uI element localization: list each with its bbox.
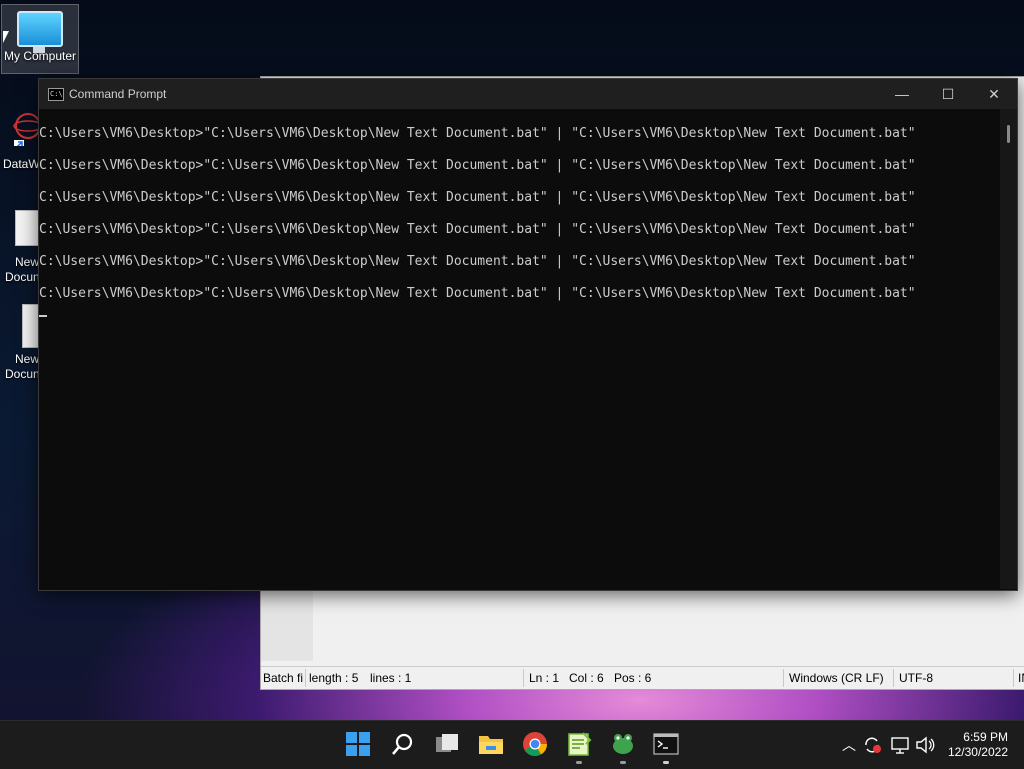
notepad-plus-plus-icon[interactable] bbox=[566, 731, 592, 757]
command-prompt-icon[interactable] bbox=[653, 731, 679, 757]
desktop-icon-new-document-1[interactable]: New Docun bbox=[0, 206, 41, 286]
console-line: C:\Users\VM6\Desktop>"C:\Users\VM6\Deskt… bbox=[39, 190, 916, 205]
command-prompt-icon: C:\ bbox=[48, 88, 64, 101]
mouse-cursor bbox=[3, 31, 9, 43]
desktop-icon-my-computer[interactable]: My Computer bbox=[1, 4, 79, 74]
close-button[interactable]: ✕ bbox=[971, 79, 1017, 109]
console-line: C:\Users\VM6\Desktop>"C:\Users\VM6\Deskt… bbox=[39, 254, 916, 269]
network-icon[interactable] bbox=[890, 735, 910, 755]
desktop-icon-label: DataW bbox=[3, 157, 40, 171]
editor-line-gutter bbox=[261, 585, 313, 661]
desktop-icon-dataw[interactable]: DataW bbox=[0, 106, 40, 172]
search-icon[interactable] bbox=[390, 731, 416, 757]
scrollbar-thumb[interactable] bbox=[1007, 125, 1010, 143]
title-bar[interactable]: C:\ Command Prompt — ☐ ✕ bbox=[39, 79, 1017, 109]
running-indicator bbox=[620, 761, 626, 764]
clock-date: 12/30/2022 bbox=[947, 745, 1008, 759]
status-encoding: UTF-8 bbox=[899, 671, 933, 685]
desktop-icon-label: Docun bbox=[5, 270, 40, 284]
text-cursor bbox=[39, 315, 47, 317]
desktop-icon-label: New bbox=[15, 352, 40, 366]
system-clock[interactable]: 6:59 PM 12/30/2022 bbox=[948, 730, 1008, 760]
minimize-button[interactable]: — bbox=[879, 79, 925, 109]
file-explorer-icon[interactable] bbox=[478, 731, 504, 757]
console-output[interactable]: C:\Users\VM6\Desktop>"C:\Users\VM6\Deskt… bbox=[39, 109, 999, 589]
desktop-icon-label: Docun bbox=[5, 367, 40, 381]
status-length: length : 5 bbox=[309, 671, 359, 685]
status-insert-mode: IN bbox=[1018, 671, 1024, 685]
desktop-icon-label: New bbox=[15, 255, 40, 269]
clock-time: 6:59 PM bbox=[963, 730, 1008, 744]
volume-icon[interactable] bbox=[915, 735, 935, 755]
monitor-icon bbox=[17, 11, 63, 53]
chevron-up-icon[interactable]: ︿ bbox=[842, 735, 856, 755]
sync-alert-icon[interactable] bbox=[862, 735, 882, 755]
vertical-scrollbar[interactable] bbox=[1000, 109, 1017, 589]
console-line: C:\Users\VM6\Desktop>"C:\Users\VM6\Deskt… bbox=[39, 286, 916, 301]
window-title: Command Prompt bbox=[69, 87, 167, 101]
status-eol: Windows (CR LF) bbox=[789, 671, 884, 685]
status-column: Col : 6 bbox=[569, 671, 604, 685]
editor-status-bar: Batch fi length : 5 lines : 1 Ln : 1 Col… bbox=[261, 666, 1024, 689]
frog-app-icon[interactable] bbox=[610, 731, 636, 757]
console-line: C:\Users\VM6\Desktop>"C:\Users\VM6\Deskt… bbox=[39, 222, 916, 237]
status-file-type: Batch fi bbox=[263, 671, 304, 685]
chrome-icon[interactable] bbox=[522, 731, 548, 757]
taskbar: ︿ 6:59 PM 12/30/2022 bbox=[0, 720, 1024, 769]
running-indicator bbox=[663, 761, 669, 764]
console-line: C:\Users\VM6\Desktop>"C:\Users\VM6\Deskt… bbox=[39, 158, 916, 173]
maximize-button[interactable]: ☐ bbox=[925, 79, 971, 109]
dataw-app-icon bbox=[13, 113, 40, 146]
status-lines: lines : 1 bbox=[370, 671, 412, 685]
desktop-icon-new-document-2[interactable]: New Docun bbox=[0, 300, 42, 382]
console-line: C:\Users\VM6\Desktop>"C:\Users\VM6\Deskt… bbox=[39, 126, 916, 141]
running-indicator bbox=[576, 761, 582, 764]
status-position: Pos : 6 bbox=[614, 671, 652, 685]
task-view-icon[interactable] bbox=[434, 731, 460, 757]
status-line-number: Ln : 1 bbox=[529, 671, 560, 685]
command-prompt-window[interactable]: C:\ Command Prompt — ☐ ✕ C:\Users\VM6\De… bbox=[38, 78, 1018, 591]
windows-start-icon[interactable] bbox=[345, 731, 371, 757]
